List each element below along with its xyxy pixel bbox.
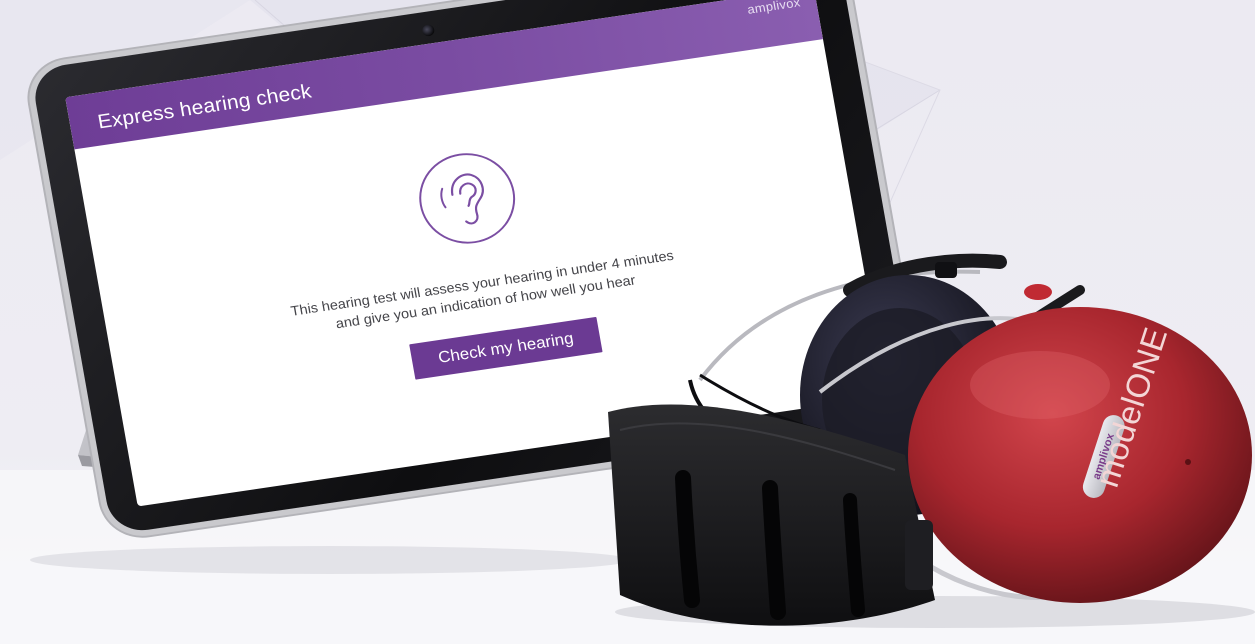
product-scene: Express hearing check amplivox This hear… <box>0 0 1255 644</box>
headphones <box>608 253 1255 628</box>
